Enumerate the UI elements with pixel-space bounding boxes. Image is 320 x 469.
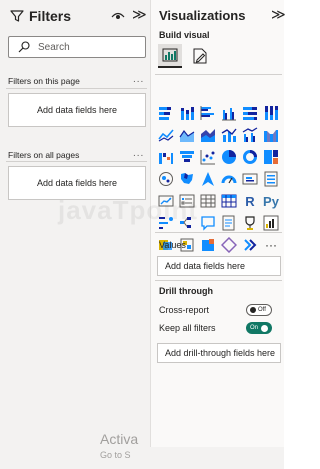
- card-icon[interactable]: [240, 169, 260, 189]
- multi-row-card-icon[interactable]: [261, 169, 281, 189]
- divider: [155, 74, 282, 75]
- line-chart-icon[interactable]: [156, 125, 176, 145]
- format-visual-tab[interactable]: [188, 44, 212, 68]
- keep-all-filters-label: Keep all filters: [159, 323, 216, 333]
- scatter-chart-icon[interactable]: [198, 147, 218, 167]
- metrics-icon[interactable]: [261, 213, 281, 233]
- clustered-bar-chart-icon[interactable]: [198, 103, 218, 123]
- matrix-icon[interactable]: [219, 191, 239, 211]
- filters-on-this-page-more-button[interactable]: ...: [133, 74, 144, 85]
- filters-on-all-pages-more-button[interactable]: ...: [133, 148, 144, 159]
- ribbon-chart-icon[interactable]: [261, 125, 281, 145]
- toggle-knob: [261, 324, 269, 332]
- r-visual-icon[interactable]: R: [240, 191, 260, 211]
- chevron-icon[interactable]: [240, 235, 260, 255]
- keep-all-filters-state: On: [250, 325, 259, 331]
- drill-through-title: Drill through: [159, 286, 213, 296]
- line-and-stacked-column-icon[interactable]: [219, 125, 239, 145]
- search-placeholder: Search: [38, 41, 70, 53]
- search-icon: [18, 41, 30, 53]
- key-influencers-icon[interactable]: [156, 213, 176, 233]
- waterfall-chart-icon[interactable]: [156, 147, 176, 167]
- build-visual-tab[interactable]: [158, 44, 182, 68]
- python-visual-label: Py: [263, 193, 279, 209]
- filters-on-this-page-drop-zone[interactable]: Add data fields here: [8, 93, 146, 127]
- filters-pane: Filters ≫ Search Filters on this page ..…: [0, 0, 151, 469]
- arcgis-icon[interactable]: [219, 235, 239, 255]
- values-label: Values: [159, 240, 186, 250]
- filters-title-text: Filters: [29, 8, 72, 24]
- filters-on-all-pages-drop-zone[interactable]: Add data fields here: [8, 166, 146, 200]
- collapse-filters-icon[interactable]: ≫: [132, 7, 147, 21]
- slicer-icon[interactable]: [177, 191, 197, 211]
- donut-chart-icon[interactable]: [240, 147, 260, 167]
- divider: [155, 232, 282, 233]
- more-visuals-icon[interactable]: ···: [261, 235, 281, 255]
- stacked-bar-chart-icon[interactable]: [156, 103, 176, 123]
- filters-on-all-pages-label: Filters on all pages: [8, 150, 80, 160]
- line-and-clustered-column-icon[interactable]: [240, 125, 260, 145]
- eye-icon[interactable]: [111, 9, 125, 23]
- cross-report-state: Off: [258, 307, 266, 313]
- kpi-icon[interactable]: [156, 191, 176, 211]
- activate-windows-title: Activa: [100, 431, 139, 447]
- filter-funnel-icon: [10, 10, 24, 22]
- 100-stacked-bar-chart-icon[interactable]: [240, 103, 260, 123]
- activate-windows-subtitle: Go to S: [100, 450, 131, 460]
- azure-map-icon[interactable]: [198, 169, 218, 189]
- python-visual-icon[interactable]: Py: [261, 191, 281, 211]
- funnel-chart-icon[interactable]: [177, 147, 197, 167]
- visualizations-title: Visualizations: [159, 8, 246, 23]
- filters-on-this-page-label: Filters on this page: [8, 76, 80, 86]
- clustered-column-chart-icon[interactable]: [219, 103, 239, 123]
- divider: [155, 280, 282, 281]
- cross-report-toggle[interactable]: Off: [246, 304, 272, 316]
- pie-chart-icon[interactable]: [219, 147, 239, 167]
- stacked-column-chart-icon[interactable]: [177, 103, 197, 123]
- drill-through-drop-zone[interactable]: Add drill-through fields here: [157, 343, 281, 363]
- 100-stacked-column-chart-icon[interactable]: [261, 103, 281, 123]
- smart-narrative-icon[interactable]: [219, 213, 239, 233]
- area-chart-icon[interactable]: [177, 125, 197, 145]
- collapse-visualizations-icon[interactable]: ≫: [271, 7, 286, 21]
- divider: [6, 88, 147, 89]
- filled-map-icon[interactable]: [177, 169, 197, 189]
- keep-all-filters-toggle[interactable]: On: [246, 322, 272, 334]
- bottom-strip: [0, 447, 284, 469]
- decomposition-tree-icon[interactable]: [177, 213, 197, 233]
- filters-title: Filters: [10, 8, 71, 24]
- table-icon[interactable]: [198, 191, 218, 211]
- more-visuals-label: ···: [265, 238, 277, 252]
- format-visual-icon: [193, 48, 207, 64]
- filters-header: Filters ≫: [0, 0, 151, 34]
- gauge-icon[interactable]: [219, 169, 239, 189]
- visualizations-pane: Visualizations ≫ Build visual R Py ··· V…: [151, 0, 286, 469]
- map-icon[interactable]: [156, 169, 176, 189]
- shape-icon[interactable]: [198, 235, 218, 255]
- build-visual-icon: [162, 48, 178, 62]
- paginated-report-icon[interactable]: [240, 213, 260, 233]
- cross-report-label: Cross-report: [159, 305, 210, 315]
- qa-icon[interactable]: [198, 213, 218, 233]
- toggle-knob: [250, 307, 256, 313]
- values-drop-zone[interactable]: Add data fields here: [157, 256, 281, 276]
- stacked-area-chart-icon[interactable]: [198, 125, 218, 145]
- build-visual-label: Build visual: [159, 30, 210, 40]
- treemap-icon[interactable]: [261, 147, 281, 167]
- r-visual-label: R: [245, 193, 255, 209]
- filters-search-input[interactable]: Search: [8, 36, 146, 58]
- divider: [6, 161, 147, 162]
